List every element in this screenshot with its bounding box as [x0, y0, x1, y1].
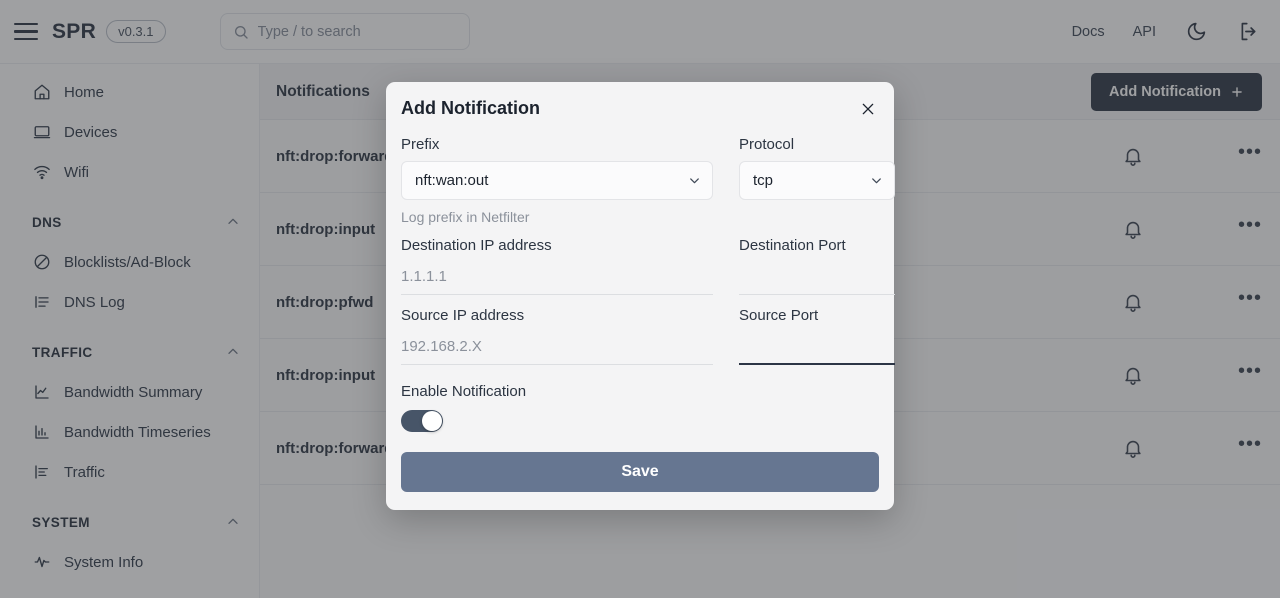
dest-ip-field: Destination IP address: [401, 237, 713, 295]
enable-notification-label: Enable Notification: [401, 383, 527, 400]
save-button[interactable]: Save: [401, 452, 879, 492]
close-icon[interactable]: [857, 98, 879, 120]
source-row: Source IP address Source Port: [401, 307, 895, 365]
src-ip-label: Source IP address: [401, 307, 525, 324]
prefix-value: nft:wan:out: [415, 172, 489, 189]
enable-notification-toggle[interactable]: [401, 410, 443, 432]
dest-ip-input[interactable]: [401, 262, 713, 295]
toggle-knob: [422, 411, 442, 431]
prefix-protocol-row: Prefix nft:wan:out Log prefix in Netfilt…: [401, 136, 895, 225]
prefix-label: Prefix: [401, 136, 440, 153]
add-notification-modal: Add Notification Prefix nft:wan:out Log …: [386, 82, 895, 510]
chevron-down-icon: [869, 173, 884, 188]
src-port-field: Source Port: [739, 307, 895, 365]
modal-title: Add Notification: [401, 98, 540, 118]
dest-port-label: Destination Port: [739, 237, 846, 254]
protocol-select[interactable]: tcp: [739, 161, 895, 200]
enable-notification-field: Enable Notification: [401, 383, 879, 432]
src-port-label: Source Port: [739, 307, 819, 324]
protocol-field: Protocol tcp: [739, 136, 895, 225]
destination-row: Destination IP address Destination Port: [401, 237, 895, 295]
dest-port-field: Destination Port: [739, 237, 895, 295]
prefix-field: Prefix nft:wan:out Log prefix in Netfilt…: [401, 136, 713, 225]
src-port-input[interactable]: [739, 332, 895, 365]
protocol-label: Protocol: [739, 136, 795, 153]
chevron-down-icon: [687, 173, 702, 188]
modal-header: Add Notification: [401, 98, 879, 120]
src-ip-field: Source IP address: [401, 307, 713, 365]
protocol-value: tcp: [753, 172, 774, 189]
prefix-select[interactable]: nft:wan:out: [401, 161, 713, 200]
dest-port-input[interactable]: [739, 262, 895, 295]
src-ip-input[interactable]: [401, 332, 713, 365]
dest-ip-label: Destination IP address: [401, 237, 552, 254]
prefix-helper-text: Log prefix in Netfilter: [401, 209, 530, 225]
